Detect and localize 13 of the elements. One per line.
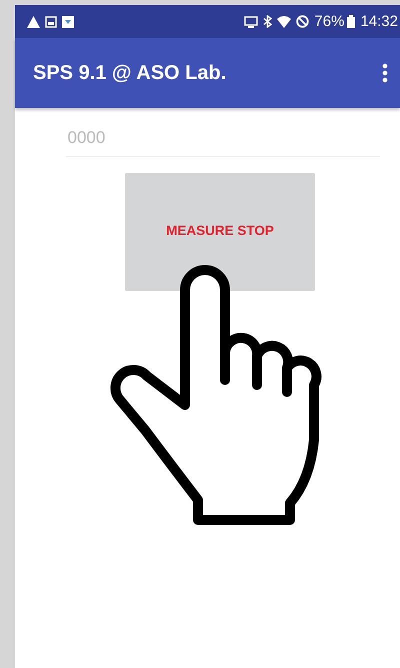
battery-percent: 76% (314, 13, 344, 30)
bluetooth-icon (263, 15, 272, 28)
overflow-menu-icon[interactable] (382, 63, 388, 83)
clock: 14:32 (360, 13, 398, 30)
warning-icon (27, 16, 40, 28)
battery-icon (347, 15, 356, 28)
measure-stop-button[interactable]: MEASURE STOP (125, 173, 315, 291)
notification-icon (62, 16, 74, 28)
screen-icon (244, 16, 258, 28)
image-icon (45, 16, 57, 28)
do-not-disturb-icon (296, 15, 310, 28)
wifi-icon (277, 15, 292, 28)
app-title: SPS 9.1 @ ASO Lab. (33, 62, 226, 84)
